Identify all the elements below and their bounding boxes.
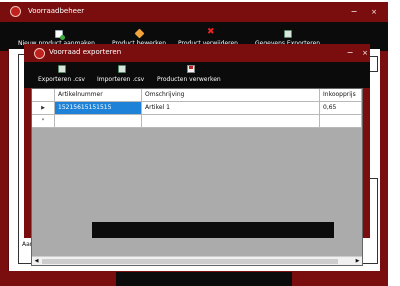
delete-x-icon: ✖ [207, 27, 215, 37]
dialog-title-bar: Voorraad exporteren − × [24, 44, 370, 62]
new-row-indicator[interactable]: * [32, 115, 55, 128]
new-cell-omschrijving[interactable] [142, 115, 320, 128]
dialog-bottom-strip [92, 222, 334, 238]
main-title-bar: Voorraadbeheer − × [0, 2, 388, 22]
scroll-right-arrow-icon[interactable]: ▶ [353, 257, 362, 266]
new-cell-artikelnummer[interactable] [55, 115, 142, 128]
process-products-button[interactable]: Producten verwerken [157, 62, 229, 88]
import-csv-button[interactable]: Importeren .csv [97, 62, 149, 88]
table-row[interactable]: ▶ 15215615151515 Artikel 1 0,65 [32, 102, 362, 115]
cell-inkoopprijs[interactable]: 0,65 [320, 102, 362, 115]
export-icon [284, 30, 292, 38]
cell-artikelnummer[interactable]: 15215615151515 [55, 102, 142, 115]
export-csv-icon [58, 65, 66, 73]
products-grid[interactable]: Artikelnummer Omschrijving Inkoopprijs ▶… [31, 88, 363, 266]
grid-header-row: Artikelnummer Omschrijving Inkoopprijs [32, 89, 362, 102]
main-bottom-strip [116, 272, 292, 286]
horizontal-scrollbar[interactable]: ◀ ▶ [32, 256, 362, 265]
column-header-artikelnummer[interactable]: Artikelnummer [55, 89, 142, 102]
main-window-title: Voorraadbeheer [28, 7, 85, 15]
import-csv-icon [118, 65, 126, 73]
app-logo-icon [10, 6, 21, 17]
close-button[interactable]: × [366, 4, 382, 22]
scrollbar-thumb[interactable] [42, 259, 338, 264]
row-indicator[interactable]: ▶ [32, 102, 55, 115]
cell-omschrijving[interactable]: Artikel 1 [142, 102, 320, 115]
new-row[interactable]: * [32, 115, 362, 128]
scroll-left-arrow-icon[interactable]: ◀ [32, 257, 41, 266]
export-dialog: Voorraad exporteren − × Exporteren .csv … [24, 44, 370, 266]
dialog-toolbar: Exporteren .csv Importeren .csv Producte… [24, 62, 370, 88]
column-header-inkoopprijs[interactable]: Inkoopprijs [320, 89, 362, 102]
dialog-logo-icon [34, 48, 45, 59]
header-corner [32, 89, 55, 102]
new-document-icon [55, 30, 65, 40]
dialog-minimize-button[interactable]: − [342, 45, 358, 63]
dialog-title: Voorraad exporteren [49, 48, 122, 56]
minimize-button[interactable]: − [346, 4, 362, 22]
column-header-omschrijving[interactable]: Omschrijving [142, 89, 320, 102]
export-csv-button[interactable]: Exporteren .csv [38, 62, 90, 88]
save-icon [187, 65, 195, 73]
new-cell-inkoopprijs[interactable] [320, 115, 362, 128]
pencil-icon [134, 28, 145, 39]
dialog-close-button[interactable]: × [357, 45, 373, 63]
